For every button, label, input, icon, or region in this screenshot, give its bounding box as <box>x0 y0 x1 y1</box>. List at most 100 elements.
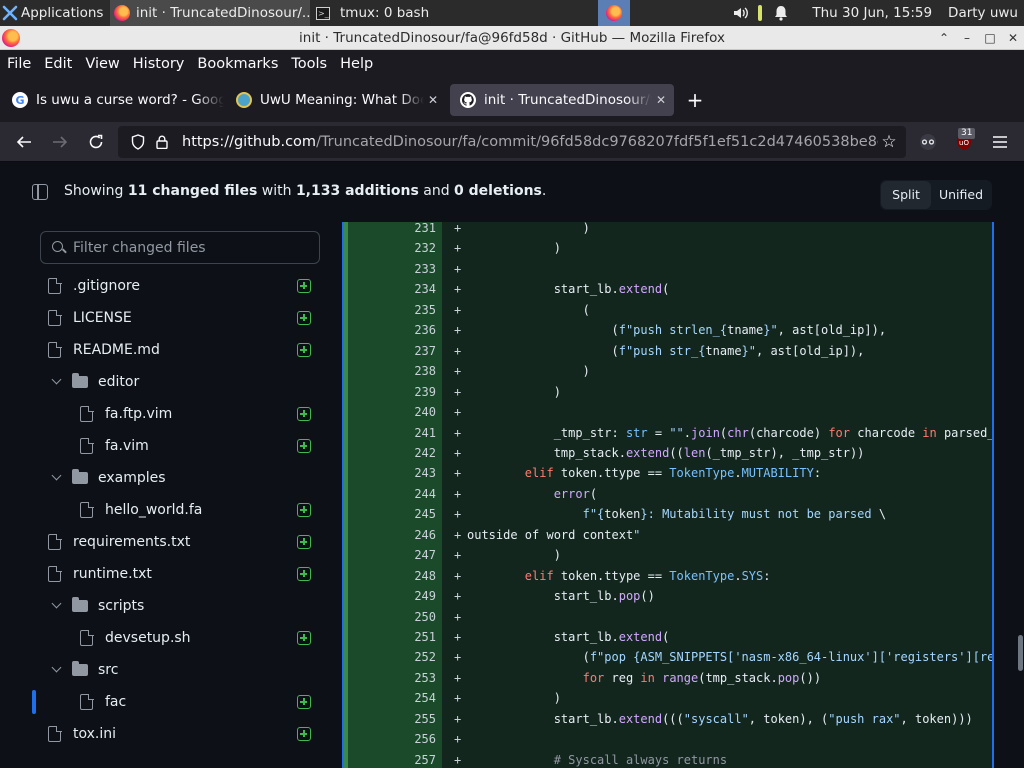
tree-file-runtime.txt[interactable]: runtime.txt <box>32 558 322 590</box>
url-bar[interactable]: https://github.com/TruncatedDinosour/fa/… <box>118 126 906 158</box>
window-menu-chevron-icon[interactable]: ⌃ <box>932 26 956 50</box>
diff-line[interactable]: 256 + <box>344 729 992 750</box>
diff-line[interactable]: 251 + start_lb.extend( <box>344 627 992 648</box>
diff-line[interactable]: 243 + elif token.ttype == TokenType.MUTAB… <box>344 463 992 484</box>
volume-icon[interactable] <box>734 5 750 21</box>
menu-bookmarks[interactable]: Bookmarks <box>197 56 278 72</box>
tree-file-fa.vim[interactable]: fa.vim <box>32 430 322 462</box>
tracking-shield-icon[interactable] <box>128 132 148 152</box>
line-number[interactable]: 257 <box>344 750 436 768</box>
diff-line[interactable]: 246 + outside of word context" <box>344 525 992 546</box>
line-number[interactable]: 255 <box>344 709 436 730</box>
line-number[interactable]: 245 <box>344 504 436 525</box>
tree-file-hello_world.fa[interactable]: hello_world.fa <box>32 494 322 526</box>
split-view-button[interactable]: Split <box>881 181 931 209</box>
tab-close-icon[interactable]: ✕ <box>424 93 442 107</box>
chevron-down-icon[interactable] <box>52 665 62 675</box>
diff-line[interactable]: 254 + ) <box>344 688 992 709</box>
user-menu[interactable]: Darty uwu <box>948 5 1018 21</box>
taskbar-window-tmux[interactable]: >_ tmux: 0 bash <box>312 0 510 26</box>
tree-file-.gitignore[interactable]: .gitignore <box>32 270 322 302</box>
tree-folder-src[interactable]: src <box>32 654 322 686</box>
menu-file[interactable]: File <box>7 56 31 72</box>
new-tab-button[interactable]: + <box>684 90 706 112</box>
tab-uwu-meaning[interactable]: UwU Meaning: What Does UwU Mean? ✕ <box>226 84 446 116</box>
reload-icon[interactable] <box>82 128 110 156</box>
line-number[interactable]: 248 <box>344 566 436 587</box>
url-text[interactable]: https://github.com/TruncatedDinosour/fa/… <box>182 134 878 150</box>
diff-line[interactable]: 231 + ) <box>344 222 992 239</box>
toggle-file-tree-icon[interactable] <box>32 184 48 200</box>
line-number[interactable]: 249 <box>344 586 436 607</box>
diff-line[interactable]: 244 + error( <box>344 484 992 505</box>
chevron-down-icon[interactable] <box>52 377 62 387</box>
diff-line[interactable]: 233 + <box>344 259 992 280</box>
taskbar-window-firefox[interactable]: init · TruncatedDinosour/... <box>110 0 310 26</box>
line-number[interactable]: 236 <box>344 320 436 341</box>
chevron-down-icon[interactable] <box>52 473 62 483</box>
tree-file-fac[interactable]: fac <box>32 686 322 718</box>
tab-google[interactable]: G Is uwu a curse word? - Google <box>2 84 224 116</box>
menu-edit[interactable]: Edit <box>44 56 72 72</box>
menu-tools[interactable]: Tools <box>291 56 327 72</box>
tree-file-README.md[interactable]: README.md <box>32 334 322 366</box>
diff-line[interactable]: 245 + f"{token}: Mutability must not be p… <box>344 504 992 525</box>
unified-view-button[interactable]: Unified <box>931 181 991 209</box>
bookmark-star-icon[interactable]: ☆ <box>878 132 900 152</box>
extension-glasses-icon[interactable] <box>916 130 940 154</box>
tab-github-commit[interactable]: init · TruncatedDinosour/fa@96fd58d ✕ <box>450 84 674 116</box>
tab-close-icon[interactable]: ✕ <box>652 93 670 107</box>
diff-line[interactable]: 237 + (f"push str_{tname}", ast[old_ip]), <box>344 341 992 362</box>
menu-help[interactable]: Help <box>340 56 373 72</box>
diff-line[interactable]: 249 + start_lb.pop() <box>344 586 992 607</box>
diff-line[interactable]: 250 + <box>344 607 992 628</box>
tree-file-tox.ini[interactable]: tox.ini <box>32 718 322 750</box>
diff-line[interactable]: 235 + ( <box>344 300 992 321</box>
line-number[interactable]: 239 <box>344 382 436 403</box>
diff-line[interactable]: 239 + ) <box>344 382 992 403</box>
line-number[interactable]: 237 <box>344 341 436 362</box>
diff-line[interactable]: 257 + # Syscall always returns <box>344 750 992 768</box>
line-number[interactable]: 242 <box>344 443 436 464</box>
line-number[interactable]: 246 <box>344 525 436 546</box>
diff-line[interactable]: 247 + ) <box>344 545 992 566</box>
chevron-down-icon[interactable] <box>52 601 62 611</box>
line-number[interactable]: 252 <box>344 647 436 668</box>
line-number[interactable]: 240 <box>344 402 436 423</box>
lock-icon[interactable] <box>152 132 172 152</box>
diff-line[interactable]: 253 + for reg in range(tmp_stack.pop()) <box>344 668 992 689</box>
line-number[interactable]: 244 <box>344 484 436 505</box>
window-titlebar[interactable]: init · TruncatedDinosour/fa@96fd58d · Gi… <box>0 26 1024 50</box>
line-number[interactable]: 251 <box>344 627 436 648</box>
line-number[interactable]: 238 <box>344 361 436 382</box>
diff-line[interactable]: 236 + (f"push strlen_{tname}", ast[old_ip… <box>344 320 992 341</box>
diff-line[interactable]: 248 + elif token.ttype == TokenType.SYS: <box>344 566 992 587</box>
diff-line[interactable]: 241 + _tmp_str: str = "".join(chr(charcod… <box>344 423 992 444</box>
line-number[interactable]: 243 <box>344 463 436 484</box>
taskbar-firefox-launcher[interactable] <box>598 0 630 26</box>
line-number[interactable]: 254 <box>344 688 436 709</box>
diff-line[interactable]: 252 + (f"pop {ASM_SNIPPETS['nasm-x86_64-l… <box>344 647 992 668</box>
diff-line[interactable]: 238 + ) <box>344 361 992 382</box>
diff-line[interactable]: 242 + tmp_stack.extend((len(_tmp_str), _t… <box>344 443 992 464</box>
tree-folder-scripts[interactable]: scripts <box>32 590 322 622</box>
line-number[interactable]: 241 <box>344 423 436 444</box>
tree-file-fa.ftp.vim[interactable]: fa.ftp.vim <box>32 398 322 430</box>
diff-line[interactable]: 234 + start_lb.extend( <box>344 279 992 300</box>
close-icon[interactable]: ✕ <box>1001 26 1024 50</box>
line-number[interactable]: 233 <box>344 259 436 280</box>
line-number[interactable]: 232 <box>344 238 436 259</box>
back-arrow-icon[interactable] <box>10 128 38 156</box>
line-number[interactable]: 256 <box>344 729 436 750</box>
tree-file-LICENSE[interactable]: LICENSE <box>32 302 322 334</box>
notification-bell-icon[interactable] <box>774 5 788 21</box>
tree-folder-editor[interactable]: editor <box>32 366 322 398</box>
line-number[interactable]: 247 <box>344 545 436 566</box>
clock[interactable]: Thu 30 Jun, 15:59 <box>812 5 932 21</box>
minimize-icon[interactable]: – <box>955 26 979 50</box>
menu-history[interactable]: History <box>133 56 185 72</box>
diff-line[interactable]: 232 + ) <box>344 238 992 259</box>
line-number[interactable]: 235 <box>344 300 436 321</box>
tree-file-requirements.txt[interactable]: requirements.txt <box>32 526 322 558</box>
tree-folder-examples[interactable]: examples <box>32 462 322 494</box>
